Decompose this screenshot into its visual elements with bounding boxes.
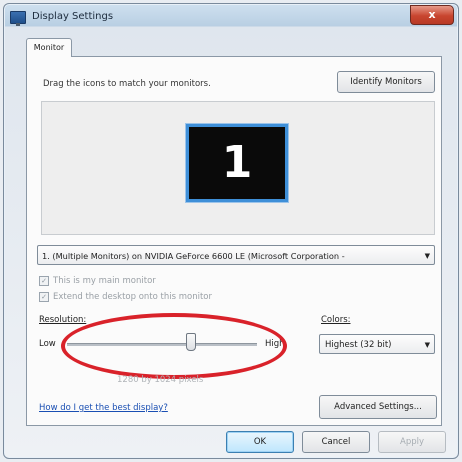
close-button[interactable]: x — [410, 5, 454, 25]
resolution-label: Resolution: — [39, 315, 87, 325]
apply-button[interactable]: Apply — [378, 431, 446, 453]
monitor-1-icon[interactable]: 1 — [185, 123, 289, 203]
monitor-panel: Drag the icons to match your monitors. I… — [26, 56, 442, 426]
colors-dropdown[interactable]: Highest (32 bit) ▼ — [319, 334, 435, 354]
ok-button[interactable]: OK — [226, 431, 294, 453]
highlight-annotation — [61, 313, 287, 379]
main-monitor-row: ✓ This is my main monitor — [39, 275, 156, 287]
advanced-settings-button[interactable]: Advanced Settings... — [319, 395, 437, 419]
identify-monitors-button[interactable]: Identify Monitors — [337, 71, 435, 93]
display-icon — [10, 11, 26, 26]
monitor-dropdown-value: 1. (Multiple Monitors) on NVIDIA GeForce… — [42, 251, 345, 261]
best-display-help-link[interactable]: How do I get the best display? — [39, 403, 168, 413]
tab-monitor[interactable]: Monitor — [26, 38, 72, 57]
title-bar[interactable]: Display Settings x — [4, 4, 458, 30]
extend-desktop-checkbox[interactable]: ✓ — [39, 292, 49, 302]
drag-instruction: Drag the icons to match your monitors. — [43, 79, 211, 89]
colors-label: Colors: — [321, 315, 351, 325]
window-title: Display Settings — [32, 11, 114, 22]
main-monitor-label: This is my main monitor — [53, 276, 156, 286]
resolution-low-label: Low — [39, 339, 56, 349]
chevron-down-icon: ▼ — [424, 252, 430, 260]
monitor-arrangement-area: 1 — [41, 101, 435, 235]
extend-desktop-row: ✓ Extend the desktop onto this monitor — [39, 291, 212, 303]
colors-dropdown-value: Highest (32 bit) — [325, 340, 392, 350]
resolution-value: 1280 by 1024 pixels — [117, 375, 204, 385]
extend-desktop-label: Extend the desktop onto this monitor — [53, 292, 212, 302]
main-monitor-checkbox[interactable]: ✓ — [39, 276, 49, 286]
chevron-down-icon: ▼ — [424, 341, 430, 349]
display-settings-window: Display Settings x Monitor Drag the icon… — [3, 3, 459, 459]
monitor-dropdown[interactable]: 1. (Multiple Monitors) on NVIDIA GeForce… — [37, 245, 435, 265]
cancel-button[interactable]: Cancel — [302, 431, 370, 453]
